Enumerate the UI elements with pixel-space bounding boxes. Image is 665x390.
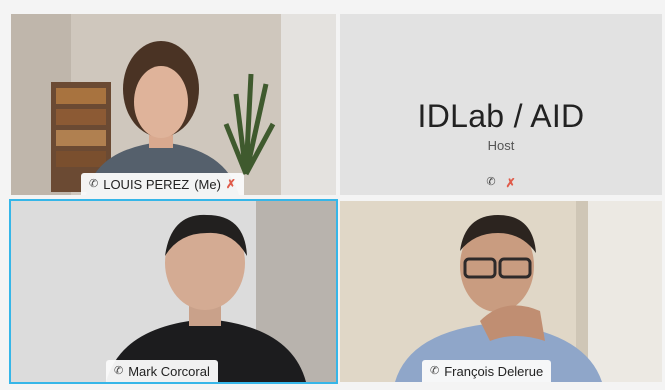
host-name: IDLab / AID: [417, 98, 585, 134]
mic-icon: ✆: [114, 364, 124, 377]
video-tile-louis-perez[interactable]: ✆ LOUIS PEREZ (Me) ✗: [11, 14, 336, 195]
participant-video: [11, 201, 336, 382]
participant-name: LOUIS PEREZ: [103, 176, 190, 192]
participant-video: [340, 201, 662, 382]
video-tile-host[interactable]: IDLab / AID Host ✆ ✗: [340, 14, 662, 195]
participant-name-tag: ✆ Mark Corcoral: [106, 360, 218, 382]
participant-video: [11, 14, 336, 195]
muted-mic-icon: ✗: [505, 176, 516, 190]
participant-name: François Delerue: [444, 363, 544, 379]
mic-icon: ✆: [430, 364, 440, 377]
mic-icon: ✆: [486, 176, 496, 188]
mic-icon: ✆: [89, 177, 99, 190]
video-tile-mark-corcoral[interactable]: ✆ Mark Corcoral: [9, 199, 338, 384]
host-status-icons: ✆ ✗: [340, 176, 662, 190]
participant-name-tag: ✆ LOUIS PEREZ (Me) ✗: [81, 173, 244, 195]
participant-self-label: (Me): [194, 176, 221, 192]
host-role-label: Host: [487, 138, 515, 153]
video-tile-francois-delerue[interactable]: ✆ François Delerue: [340, 201, 662, 382]
participant-name-tag: ✆ François Delerue: [422, 360, 552, 382]
muted-mic-icon: ✗: [225, 177, 236, 191]
participant-name: Mark Corcoral: [128, 363, 210, 379]
